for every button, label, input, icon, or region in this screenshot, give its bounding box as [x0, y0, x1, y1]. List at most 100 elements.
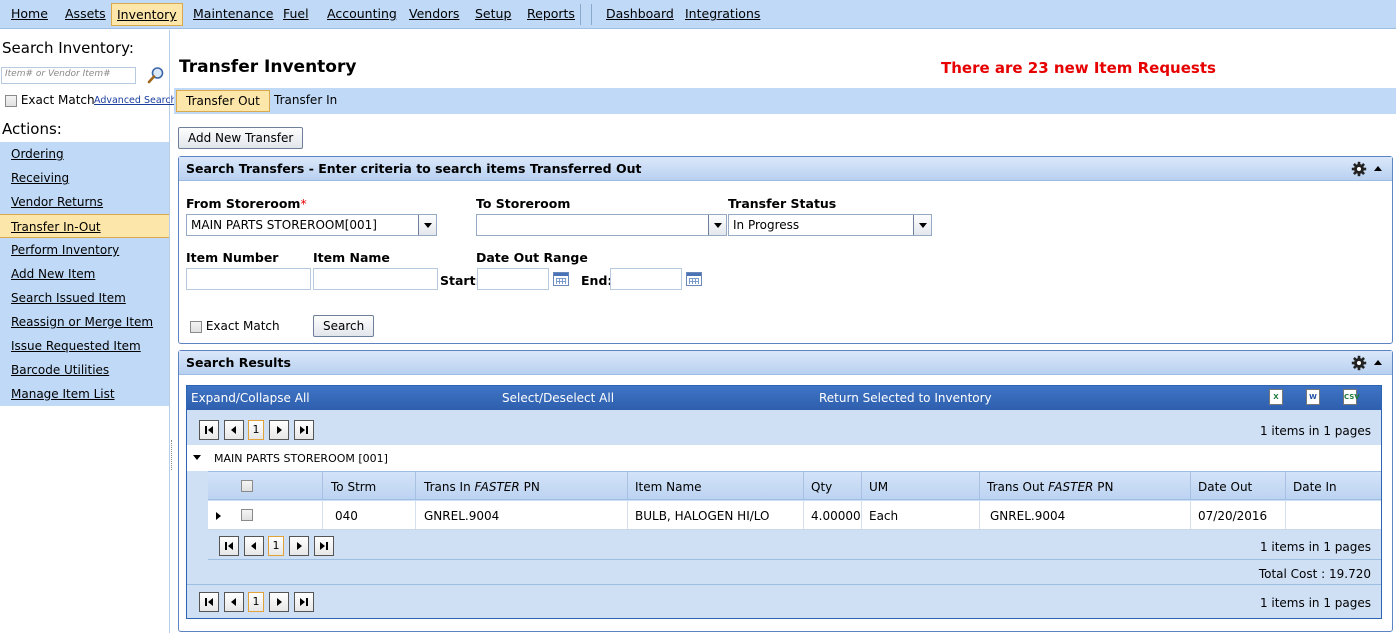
exact-match-label: Exact Match [20, 93, 95, 107]
nav-assets[interactable]: Assets [60, 3, 111, 26]
group-label: MAIN PARTS STOREROOM [001] [214, 452, 388, 465]
page-info: 1 items in 1 pages [1259, 596, 1371, 610]
next-page-button[interactable] [269, 420, 289, 440]
nav-setup[interactable]: Setup [470, 3, 516, 26]
last-page-button[interactable] [314, 536, 334, 556]
gear-icon[interactable] [1351, 161, 1367, 177]
table-row[interactable]: 040 GNREL.9004 BULB, HALOGEN HI/LO 4.000… [208, 501, 1381, 530]
search-button[interactable]: Search [313, 315, 375, 337]
select-deselect-all-button[interactable]: Select/Deselect All [502, 391, 614, 405]
nav-maintenance[interactable]: Maintenance [188, 3, 279, 26]
action-manage-item-list[interactable]: Manage Item List [0, 382, 169, 406]
to-storeroom-label: To Storeroom [476, 196, 571, 211]
return-selected-button[interactable]: Return Selected to Inventory [819, 391, 992, 405]
col-to-strm[interactable]: To Strm [331, 480, 376, 494]
word-export-icon[interactable]: W [1306, 389, 1320, 405]
chevron-down-icon[interactable] [708, 215, 726, 235]
gear-icon[interactable] [1351, 355, 1367, 371]
end-date-input[interactable] [610, 268, 682, 290]
row-select-checkbox[interactable] [241, 509, 253, 521]
first-page-button[interactable] [199, 592, 219, 612]
exact-match-option[interactable]: Exact Match [5, 93, 95, 107]
col-date-in[interactable]: Date In [1293, 480, 1337, 494]
transfer-tabs: Transfer Out Transfer In [174, 88, 1396, 114]
chevron-down-icon[interactable] [913, 215, 931, 235]
nav-fuel[interactable]: Fuel [278, 3, 314, 26]
inventory-search-input[interactable]: Item# or Vendor Item# [1, 67, 136, 84]
previous-page-button[interactable] [224, 592, 244, 612]
nav-dashboard[interactable]: Dashboard [601, 3, 679, 26]
collapse-panel-icon[interactable] [1374, 166, 1382, 171]
start-date-input[interactable] [477, 268, 549, 290]
item-number-input[interactable] [186, 268, 311, 290]
search-inventory-title: Search Inventory: [2, 39, 134, 57]
col-item-name[interactable]: Item Name [635, 480, 702, 494]
calendar-icon[interactable] [686, 272, 702, 286]
excel-export-icon[interactable]: X [1269, 389, 1283, 405]
action-reassign-merge-item[interactable]: Reassign or Merge Item [0, 310, 169, 334]
page-info: 1 items in 1 pages [1259, 424, 1371, 438]
action-transfer-in-out[interactable]: Transfer In-Out [0, 214, 169, 238]
nav-vendors[interactable]: Vendors [404, 3, 464, 26]
page-number-button[interactable]: 1 [248, 420, 264, 440]
to-storeroom-dropdown[interactable] [476, 214, 727, 236]
next-page-button[interactable] [269, 592, 289, 612]
exact-match-checkbox[interactable] [190, 320, 202, 333]
collapse-panel-icon[interactable] [1374, 360, 1382, 365]
select-all-checkbox[interactable] [241, 480, 253, 492]
action-add-new-item[interactable]: Add New Item [0, 262, 169, 286]
exact-match-option[interactable]: Exact Match [190, 319, 280, 333]
nav-reports[interactable]: Reports [522, 3, 580, 26]
results-grid: Expand/Collapse All Select/Deselect All … [186, 385, 1382, 619]
actions-title: Actions: [2, 120, 62, 138]
collapse-group-icon[interactable] [193, 455, 201, 460]
action-search-issued-item[interactable]: Search Issued Item [0, 286, 169, 310]
calendar-icon[interactable] [553, 272, 569, 286]
transfer-status-dropdown[interactable]: In Progress [728, 214, 932, 236]
col-trans-in-pn[interactable]: Trans In FASTER PN [424, 480, 540, 494]
item-name-input[interactable] [313, 268, 438, 290]
page-number-button[interactable]: 1 [268, 536, 284, 556]
action-receiving[interactable]: Receiving [0, 166, 169, 190]
col-trans-out-pn[interactable]: Trans Out FASTER PN [987, 480, 1113, 494]
add-new-transfer-button[interactable]: Add New Transfer [178, 127, 304, 149]
col-date-out[interactable]: Date Out [1198, 480, 1252, 494]
col-um[interactable]: UM [869, 480, 888, 494]
tab-transfer-in[interactable]: Transfer In [265, 90, 346, 112]
expand-collapse-all-button[interactable]: Expand/Collapse All [191, 391, 310, 405]
from-storeroom-dropdown[interactable]: MAIN PARTS STOREROOM[001] [186, 214, 437, 236]
tab-transfer-out[interactable]: Transfer Out [176, 90, 270, 112]
next-page-button[interactable] [289, 536, 309, 556]
nav-accounting[interactable]: Accounting [322, 3, 402, 26]
cell-to-strm: 040 [335, 509, 358, 523]
action-perform-inventory[interactable]: Perform Inventory [0, 238, 169, 262]
last-page-button[interactable] [294, 592, 314, 612]
expand-row-icon[interactable] [216, 512, 221, 520]
csv-export-icon[interactable]: CSV [1343, 389, 1360, 405]
action-issue-requested-item[interactable]: Issue Requested Item [0, 334, 169, 358]
sidebar-splitter-handle[interactable] [171, 440, 173, 470]
page-number-button[interactable]: 1 [248, 592, 264, 612]
item-requests-alert[interactable]: There are 23 new Item Requests [941, 59, 1216, 77]
transfer-status-label: Transfer Status [728, 196, 837, 211]
first-page-button[interactable] [219, 536, 239, 556]
nav-separator [580, 4, 581, 25]
action-ordering[interactable]: Ordering [0, 142, 169, 166]
search-icon[interactable] [147, 66, 165, 84]
nav-integrations[interactable]: Integrations [680, 3, 765, 26]
advanced-search-link[interactable]: Advanced Search [94, 95, 177, 106]
previous-page-button[interactable] [244, 536, 264, 556]
first-page-button[interactable] [199, 420, 219, 440]
previous-page-button[interactable] [224, 420, 244, 440]
col-qty[interactable]: Qty [811, 480, 832, 494]
nav-inventory[interactable]: Inventory [111, 3, 183, 26]
sidebar: Search Inventory: Item# or Vendor Item# … [0, 30, 177, 633]
chevron-down-icon[interactable] [418, 215, 436, 235]
exact-match-checkbox[interactable] [5, 94, 17, 107]
nav-home[interactable]: Home [6, 3, 53, 26]
last-page-button[interactable] [294, 420, 314, 440]
action-barcode-utilities[interactable]: Barcode Utilities [0, 358, 169, 382]
from-storeroom-value: MAIN PARTS STOREROOM[001] [191, 218, 377, 232]
action-vendor-returns[interactable]: Vendor Returns [0, 190, 169, 214]
group-header-row[interactable]: MAIN PARTS STOREROOM [001] [187, 445, 1381, 471]
